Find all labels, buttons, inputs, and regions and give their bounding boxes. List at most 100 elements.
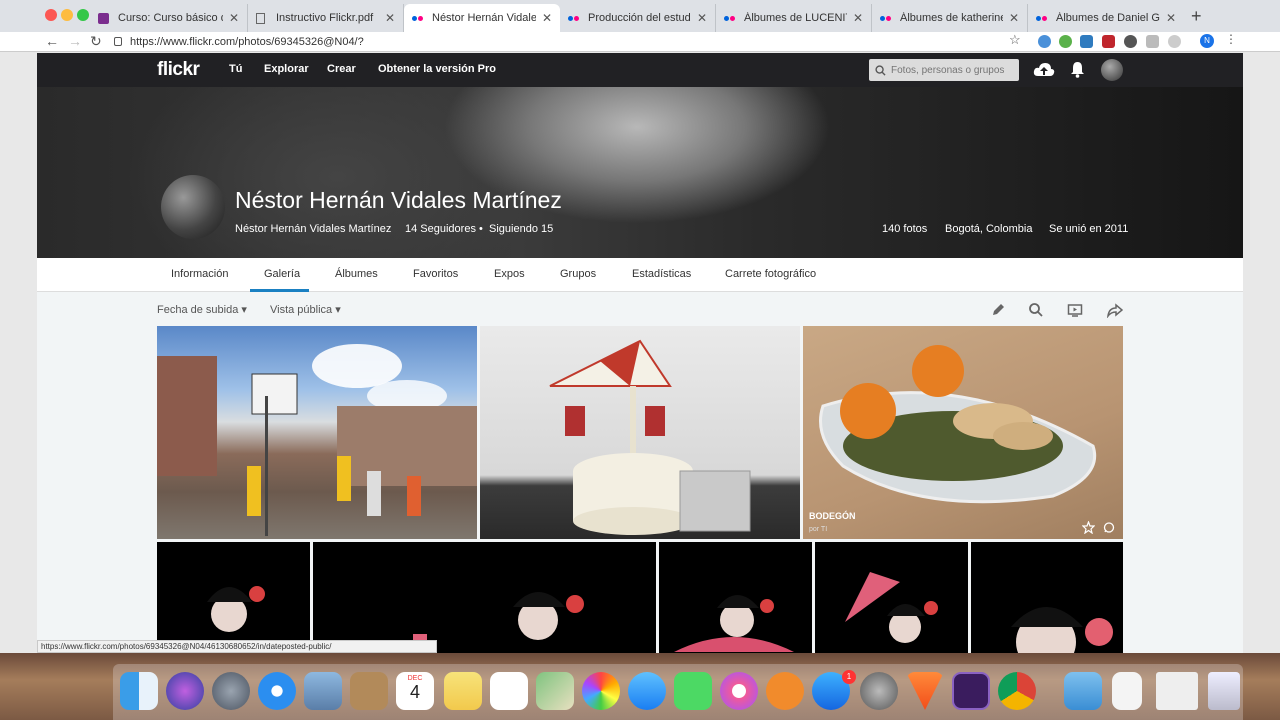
new-tab-button[interactable]: + [1191,6,1202,27]
close-tab-icon[interactable]: ✕ [229,11,239,25]
gallery-content: Fecha de subida ▾ Vista pública ▾ BODEGÓ… [37,292,1243,653]
pencil-icon[interactable] [990,302,1006,318]
lock-icon [114,37,122,46]
maps-icon[interactable] [536,672,574,710]
reload-icon[interactable]: ↻ [90,33,102,50]
photo-geisha-1[interactable] [157,542,310,653]
close-tab-icon[interactable]: ✕ [542,11,552,25]
mail-icon[interactable] [304,672,342,710]
search-icon[interactable] [1028,302,1044,318]
books-icon[interactable] [766,672,804,710]
extension-icon[interactable] [1124,35,1137,48]
browser-tab[interactable]: Álbumes de LUCENITH CARR ✕ [716,4,872,32]
photo-basketball[interactable] [157,326,477,539]
photo-geisha-2[interactable] [313,542,656,653]
photos-icon[interactable] [582,672,620,710]
applications-folder-icon[interactable] [1064,672,1102,710]
maximize-window-button[interactable] [77,9,89,21]
extension-icon[interactable] [1102,35,1115,48]
search-input[interactable] [891,64,1011,76]
download-icon[interactable] [1146,35,1159,48]
photo-carousel[interactable] [480,326,800,539]
close-tab-icon[interactable]: ✕ [1009,11,1019,25]
flickr-favicon-icon [724,12,738,24]
tab-galleries[interactable]: Expos [494,268,525,280]
photo-geisha-5[interactable] [971,542,1123,653]
downloads-stack-icon[interactable] [1156,672,1198,710]
nav-get-pro[interactable]: Obtener la versión Pro [378,63,496,75]
address-bar[interactable]: https://www.flickr.com/photos/69345326@N… [114,32,1034,51]
tab-groups[interactable]: Grupos [560,268,596,280]
video-app-icon[interactable] [952,672,990,710]
minimize-window-button[interactable] [61,9,73,21]
nav-you[interactable]: Tú [229,63,242,75]
profile-cover-photo: Néstor Hernán Vidales Martínez Néstor He… [37,87,1243,258]
carousel-toy-image [549,339,751,535]
browser-tab-active[interactable]: Néstor Hernán Vidales Martín ✕ [404,4,560,32]
upload-cloud-icon[interactable] [1033,61,1055,78]
close-tab-icon[interactable]: ✕ [853,11,863,25]
calendar-icon[interactable]: DEC 4 [396,672,434,710]
extension-icon[interactable] [1168,35,1181,48]
caret-down-icon: ▾ [335,304,341,316]
user-avatar[interactable] [1101,59,1123,81]
extension-icon[interactable] [1080,35,1093,48]
photo-bodegon[interactable]: BODEGÓN por TI [803,326,1123,539]
nav-create[interactable]: Crear [327,63,356,75]
tab-gallery[interactable]: Galería [264,268,300,280]
share-icon[interactable] [1107,302,1123,318]
tab-albums[interactable]: Álbumes [335,268,378,280]
forward-arrow-icon[interactable]: → [68,33,82,49]
followers-link[interactable]: 14 Seguidores [405,223,476,235]
chrome-icon[interactable] [998,672,1036,710]
notifications-bell-icon[interactable] [1070,61,1085,78]
facetime-icon[interactable] [674,672,712,710]
tab-camera-roll[interactable]: Carrete fotográfico [725,268,816,280]
back-arrow-icon[interactable]: ← [45,33,59,49]
notes-icon[interactable] [444,672,482,710]
browser-tab[interactable]: Álbumes de katherineosma ✕ [872,4,1028,32]
siri-icon[interactable] [166,672,204,710]
url-text: https://www.flickr.com/photos/69345326@N… [130,35,364,48]
close-window-button[interactable] [45,9,57,21]
photo-geisha-4[interactable] [815,542,968,653]
tab-information[interactable]: Información [171,268,228,280]
comment-icon[interactable] [1103,522,1115,534]
profile-avatar[interactable]: N [1200,34,1214,48]
extension-icon[interactable] [1038,35,1051,48]
following-link[interactable]: Siguiendo 15 [489,223,553,235]
visibility-dropdown[interactable]: Vista pública ▾ [270,303,341,316]
tab-favorites[interactable]: Favoritos [413,268,458,280]
slideshow-icon[interactable] [1067,302,1083,318]
browser-tab[interactable]: Curso: Curso básico de fotog ✕ [90,4,248,32]
safari-icon[interactable] [258,672,296,710]
photo-geisha-3[interactable] [659,542,812,653]
menu-kebab-icon[interactable]: ⋮ [1225,32,1237,46]
trash-icon[interactable] [1208,672,1240,710]
system-preferences-icon[interactable] [860,672,898,710]
sort-dropdown[interactable]: Fecha de subida ▾ [157,303,247,316]
favorite-star-icon[interactable] [1082,521,1095,534]
messages-icon[interactable] [628,672,666,710]
contacts-icon[interactable] [350,672,388,710]
profile-avatar-large[interactable] [161,175,225,239]
close-tab-icon[interactable]: ✕ [1166,11,1176,25]
itunes-icon[interactable] [720,672,758,710]
portrait-image [845,572,938,643]
photo-author[interactable]: por TI [809,526,827,533]
flickr-logo[interactable]: flickr [157,59,200,81]
zip-archive-icon[interactable] [1112,672,1142,710]
nav-explore[interactable]: Explorar [264,63,309,75]
extension-icon[interactable] [1059,35,1072,48]
close-tab-icon[interactable]: ✕ [385,11,395,25]
browser-tab[interactable]: Producción del estudiante IIl ✕ [560,4,716,32]
launchpad-icon[interactable] [212,672,250,710]
flickr-search-box[interactable] [869,59,1019,81]
browser-tab[interactable]: Instructivo Flickr.pdf ✕ [248,4,404,32]
browser-tab[interactable]: Álbumes de Daniel González ✕ [1028,4,1184,32]
reminders-icon[interactable] [490,672,528,710]
close-tab-icon[interactable]: ✕ [697,11,707,25]
bookmark-star-icon[interactable]: ☆ [1009,32,1021,48]
tab-stats[interactable]: Estadísticas [632,268,691,280]
finder-icon[interactable] [120,672,158,710]
